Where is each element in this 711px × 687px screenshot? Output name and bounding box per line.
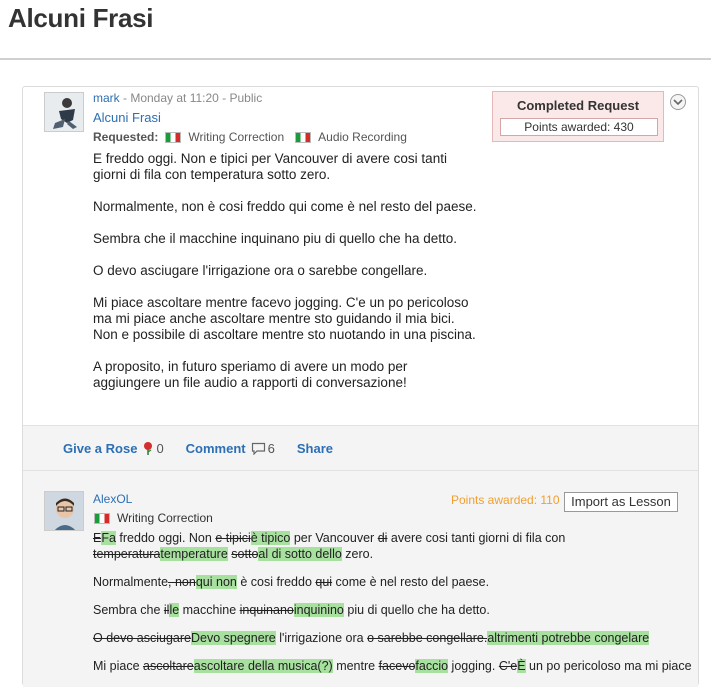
inserted-text: è tipico [250,531,291,545]
completed-request-box: Completed Request Points awarded: 430 [492,91,664,142]
unchanged-text: macchine [179,603,240,617]
request-writing-correction: Writing Correction [188,130,285,144]
completed-request-title: Completed Request [516,98,640,113]
post-meta: mark - Monday at 11:20 - Public [93,91,262,105]
deleted-text: O devo asciugare [93,631,191,645]
post-options-dropdown[interactable] [670,94,686,110]
unchanged-text: zero. [341,547,374,561]
comment-count: 6 [267,440,275,456]
inserted-text: altrimenti potrebbe congelare [487,631,650,645]
comment-button[interactable]: Comment 6 [186,441,275,456]
post-body: E freddo oggi. Non e tipici per Vancouve… [93,151,513,391]
post-action-bar: Give a Rose 0 Comment 6 Share [23,425,698,471]
italy-flag-icon [94,512,110,524]
unchanged-text: è cosi freddo [236,575,316,589]
italy-flag-icon [165,131,182,143]
title-divider [0,58,711,60]
corrector-link[interactable]: AlexOL [93,492,132,506]
answer-points-awarded: Points awarded: 110 [451,493,560,507]
paragraph: Sembra che il macchine inquinano piu di … [93,231,457,246]
give-rose-button[interactable]: Give a Rose 0 [63,441,164,456]
inserted-text: qui non [195,575,237,589]
correction-line: EFa freddo oggi. Non e tipiciè tipico pe… [93,530,565,546]
unchanged-text: come è nel resto del paese. [332,575,490,589]
comment-label: Comment [185,440,246,456]
inserted-text: Devo spegnere [190,631,276,645]
answer-request-type: Writing Correction [93,511,213,525]
correction-line: temperaturatemperature sottoal di sotto … [93,546,373,562]
paragraph: Mi piace ascoltare mentre facevo jogging… [93,295,476,342]
points-awarded-box: Points awarded: 430 [500,118,658,136]
deleted-text: o sarebbe congellare. [367,631,488,645]
inserted-text: inquinino [293,603,344,617]
rose-icon [144,442,153,455]
paragraph: O devo asciugare l'irrigazione ora o sar… [93,263,428,278]
correction-entry: AlexOL Points awarded: 110 Import as Les… [23,471,698,687]
author-link[interactable]: mark [93,91,120,105]
correction-line: Mi piace ascoltareascoltare della musica… [93,658,692,674]
inserted-text: temperature [160,547,228,561]
give-rose-label: Give a Rose [63,440,138,456]
avatar[interactable] [44,92,84,132]
post-title-link[interactable]: Alcuni Frasi [93,110,161,125]
paragraph: Normalmente, non è cosi freddo qui come … [93,199,477,214]
chevron-down-icon [673,99,683,106]
unchanged-text: Normalmente [93,575,169,589]
deleted-text: sotto [231,547,259,561]
unchanged-text: freddo oggi. Non [115,531,216,545]
deleted-text: di [377,531,388,545]
rose-count: 0 [156,440,164,456]
deleted-text: , non [168,575,196,589]
requested-row: Requested: Writing Correction Audio Reco… [93,130,417,144]
unchanged-text: per Vancouver [290,531,378,545]
share-button[interactable]: Share [297,441,333,456]
italy-flag-icon [295,131,312,143]
correction-line: Normalmente, nonqui non è cosi freddo qu… [93,574,489,590]
deleted-text: temperatura [93,547,161,561]
post-card: mark - Monday at 11:20 - Public Alcuni F… [22,86,699,687]
unchanged-text: Sembra che [93,603,164,617]
request-audio-recording: Audio Recording [318,130,407,144]
comment-bubble-icon [251,442,265,455]
correction-line: O devo asciugareDevo spegnere l'irrigazi… [93,630,650,646]
post-meta-rest: - Monday at 11:20 - Public [119,91,263,105]
import-as-lesson-button[interactable]: Import as Lesson [564,492,678,512]
avatar[interactable] [44,491,84,531]
answer-request-label: Writing Correction [117,511,213,525]
inserted-text: Fa [101,531,116,545]
paragraph: E freddo oggi. Non e tipici per Vancouve… [93,151,447,182]
inserted-text: al di sotto dello [258,547,342,561]
inserted-text: le [169,603,180,617]
paragraph: A proposito, in futuro speriamo di avere… [93,359,408,390]
unchanged-text: avere cosi tanti giorni di fila con [387,531,566,545]
page-title: Alcuni Frasi [8,3,154,33]
deleted-text: e tipici [215,531,251,545]
deleted-text: qui [315,575,333,589]
requested-label: Requested: [93,130,159,144]
deleted-text: inquinano [239,603,294,617]
unchanged-text: l'irrigazione ora [275,631,368,645]
correction-line: Sembra che ille macchine inquinanoinquin… [93,602,490,618]
unchanged-text: piu di quello che ha detto. [343,603,490,617]
